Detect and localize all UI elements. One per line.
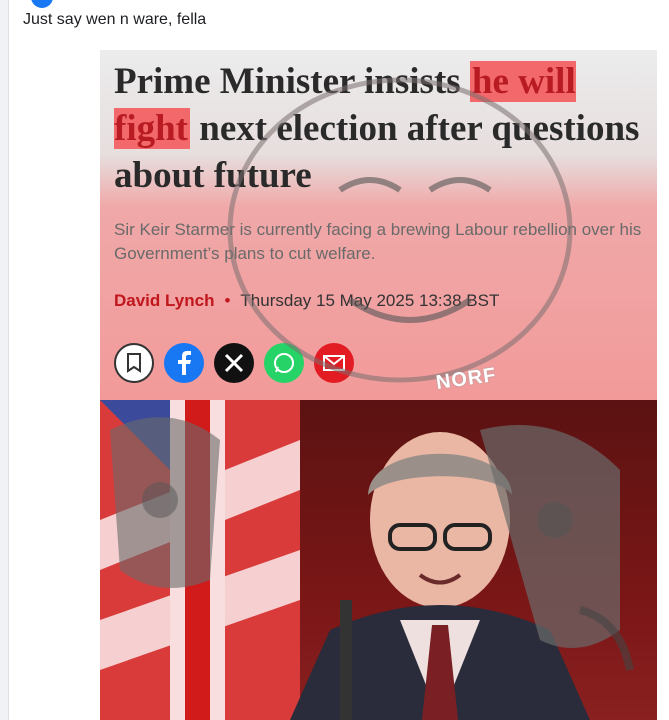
meme-image[interactable]: Prime Minister insists he will fight nex… [100,50,657,720]
wojak-doodle-overlay [110,77,634,671]
post-caption: Just say wen n ware, fella [23,11,207,28]
post-card: Just say wen n ware, fella Prime Ministe… [8,0,669,720]
avatar[interactable] [31,0,53,8]
